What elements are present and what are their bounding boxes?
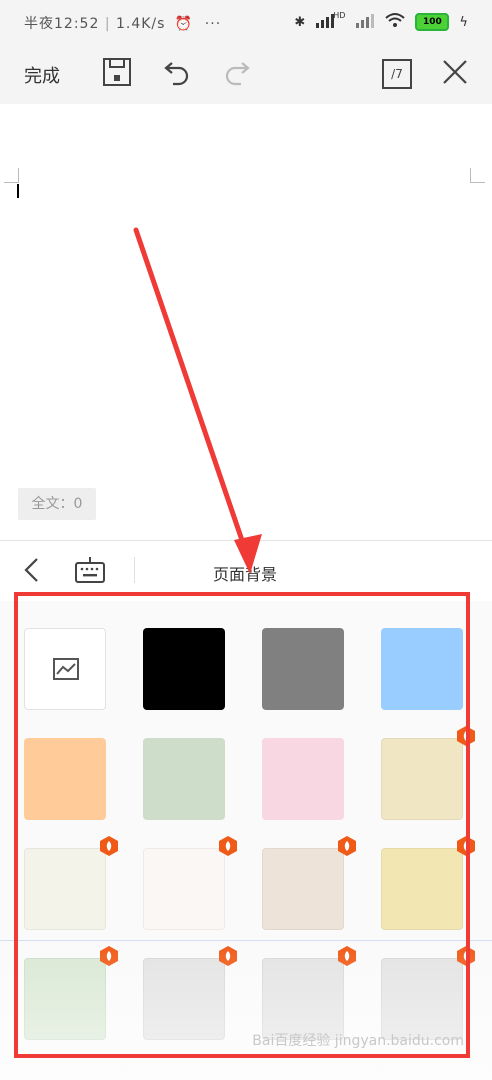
background-tile-gray[interactable] [262,628,344,710]
redo-icon[interactable] [222,57,254,89]
charging-icon: ϟ [459,14,468,30]
margin-corner-left [4,168,19,183]
background-tile-gray-3[interactable] [381,958,463,1040]
margin-corner-right [470,168,485,183]
battery-icon: 100 [415,13,450,31]
status-left: 半夜12:52 | 1.4K/s ⏰ ··· [24,16,222,32]
background-tile-light-blue[interactable] [381,628,463,710]
status-time: 半夜12:52 [24,16,100,32]
background-tile-gray-1[interactable] [143,958,225,1040]
background-tile-gray-2[interactable] [262,958,344,1040]
chevron-left-icon[interactable] [20,556,44,588]
background-tile-sage-green[interactable] [143,738,225,820]
more-indicator: ··· [204,16,222,32]
background-tile-peach[interactable] [24,738,106,820]
undo-icon[interactable] [162,57,194,89]
save-icon[interactable] [102,57,134,89]
watermark: Bai百度经验 jingyan.baidu.com [252,1033,464,1049]
text-cursor [17,184,19,198]
alarm-icon: ⏰ [174,16,194,32]
grid-divider [0,940,492,941]
done-button[interactable]: 完成 [24,62,60,88]
wifi-icon [385,12,406,32]
background-tile-pink[interactable] [262,738,344,820]
status-right: ✱ HD 100 ϟ [294,11,468,33]
background-tile-yellow-cottage[interactable] [381,848,463,930]
background-tile-custom-image[interactable] [24,628,106,710]
background-tile-cream-landscape[interactable] [381,738,463,820]
word-count: 全文：0 [18,488,96,520]
signal2-icon [355,12,375,32]
background-tile-floral-frame[interactable] [143,848,225,930]
page-count-label: /7 [391,67,403,81]
image-icon [53,658,79,680]
header-divider [134,557,135,583]
signal-hd-label: HD [333,10,346,20]
background-tile-green-flowers[interactable] [24,958,106,1040]
panel-title: 页面背景 [212,565,277,584]
background-tile-black[interactable] [143,628,225,710]
background-tile-ivory-ink[interactable] [24,848,106,930]
document-editor[interactable] [0,104,492,540]
background-tile-plum-blossom[interactable] [262,848,344,930]
keyboard-icon[interactable] [74,556,106,588]
page-count-button[interactable]: /7 [382,59,412,89]
status-speed: 1.4K/s [115,16,166,32]
close-icon[interactable] [440,57,472,89]
bluetooth-icon: ✱ [294,14,306,30]
